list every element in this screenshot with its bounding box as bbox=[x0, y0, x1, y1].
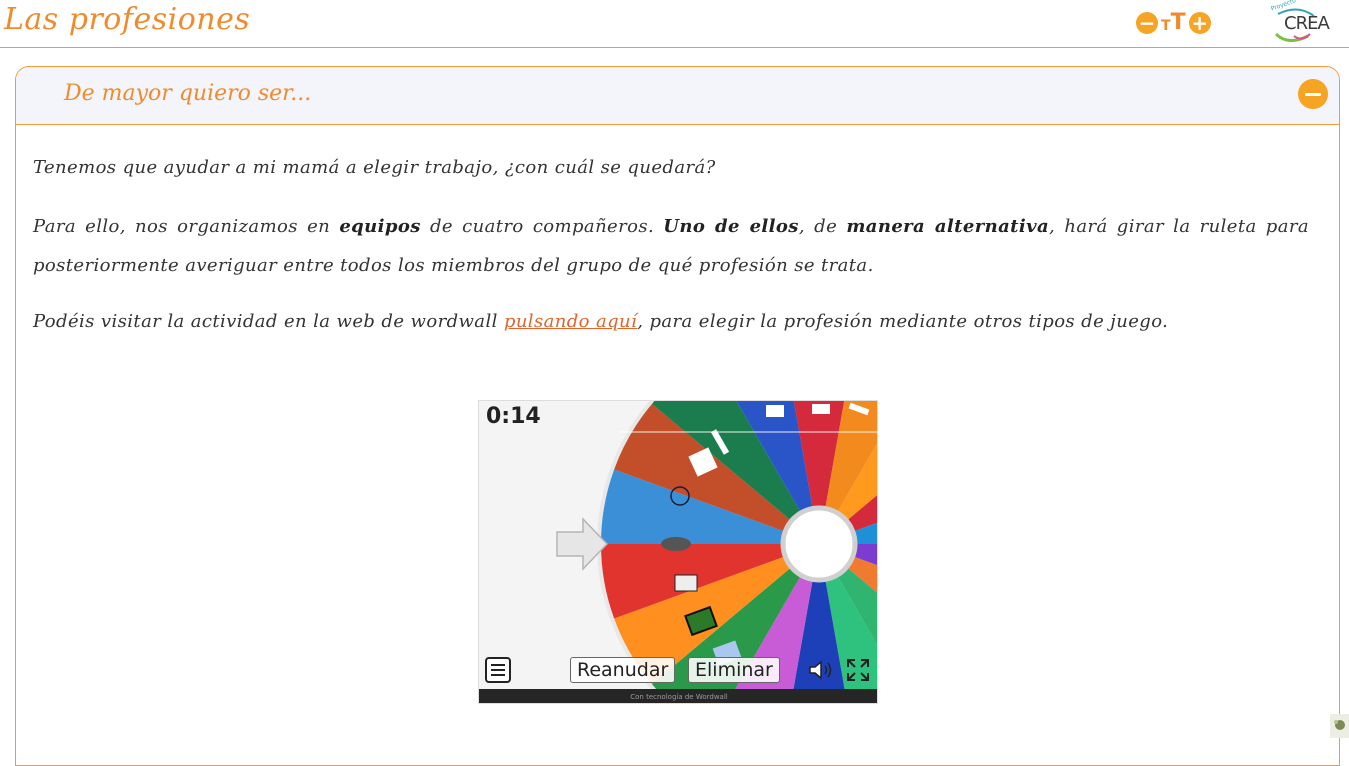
wordwall-game[interactable]: 0:14 Reanudar Eliminar Con tecnología de… bbox=[478, 400, 878, 704]
game-footer: Con tecnología de Wordwall bbox=[479, 689, 877, 703]
wordwall-link[interactable]: pulsando aquí bbox=[504, 311, 637, 332]
font-increase-button[interactable]: + bbox=[1188, 12, 1211, 34]
fish-icon bbox=[661, 537, 691, 551]
logo-text: CREA bbox=[1284, 13, 1330, 34]
spin-wheel[interactable] bbox=[479, 401, 878, 689]
bold-manera-alternativa: manera alternativa bbox=[846, 216, 1050, 237]
crea-logo[interactable]: Proyecto CREA bbox=[1268, 0, 1330, 42]
card-title: De mayor quiero ser... bbox=[64, 81, 312, 106]
paragraph-visit: Podéis visitar la actividad en la web de… bbox=[33, 311, 1169, 332]
collapse-button[interactable] bbox=[1298, 79, 1328, 109]
font-size-icon: TT bbox=[1161, 10, 1186, 35]
corner-widget-icon[interactable] bbox=[1330, 714, 1349, 738]
cash-register-icon bbox=[674, 574, 698, 592]
paragraph-instructions: Para ello, nos organizamos en equipos de… bbox=[33, 216, 1309, 276]
fullscreen-icon[interactable] bbox=[846, 658, 870, 682]
font-size-controls: − TT + bbox=[1136, 11, 1211, 35]
resume-button[interactable]: Reanudar bbox=[570, 657, 676, 683]
document-icon bbox=[812, 404, 830, 414]
bold-equipos: equipos bbox=[339, 216, 421, 237]
speaker-icon[interactable] bbox=[808, 659, 834, 681]
paper-icon bbox=[766, 405, 784, 417]
bold-uno-de-ellos: Uno de ellos bbox=[663, 216, 799, 237]
page-header: Las profesiones − TT + Proyecto CREA bbox=[0, 0, 1349, 48]
page-title: Las profesiones bbox=[4, 2, 251, 37]
menu-button[interactable] bbox=[485, 657, 511, 683]
minus-icon bbox=[1305, 92, 1321, 96]
wheel-center-hub[interactable] bbox=[780, 505, 858, 583]
game-timer: 0:14 bbox=[486, 404, 541, 429]
paragraph-intro: Tenemos que ayudar a mi mamá a elegir tr… bbox=[33, 157, 716, 178]
card-header[interactable]: De mayor quiero ser... bbox=[16, 67, 1339, 125]
remove-button[interactable]: Eliminar bbox=[688, 657, 780, 683]
font-decrease-button[interactable]: − bbox=[1136, 12, 1158, 34]
puzzle-icon bbox=[1334, 720, 1345, 730]
